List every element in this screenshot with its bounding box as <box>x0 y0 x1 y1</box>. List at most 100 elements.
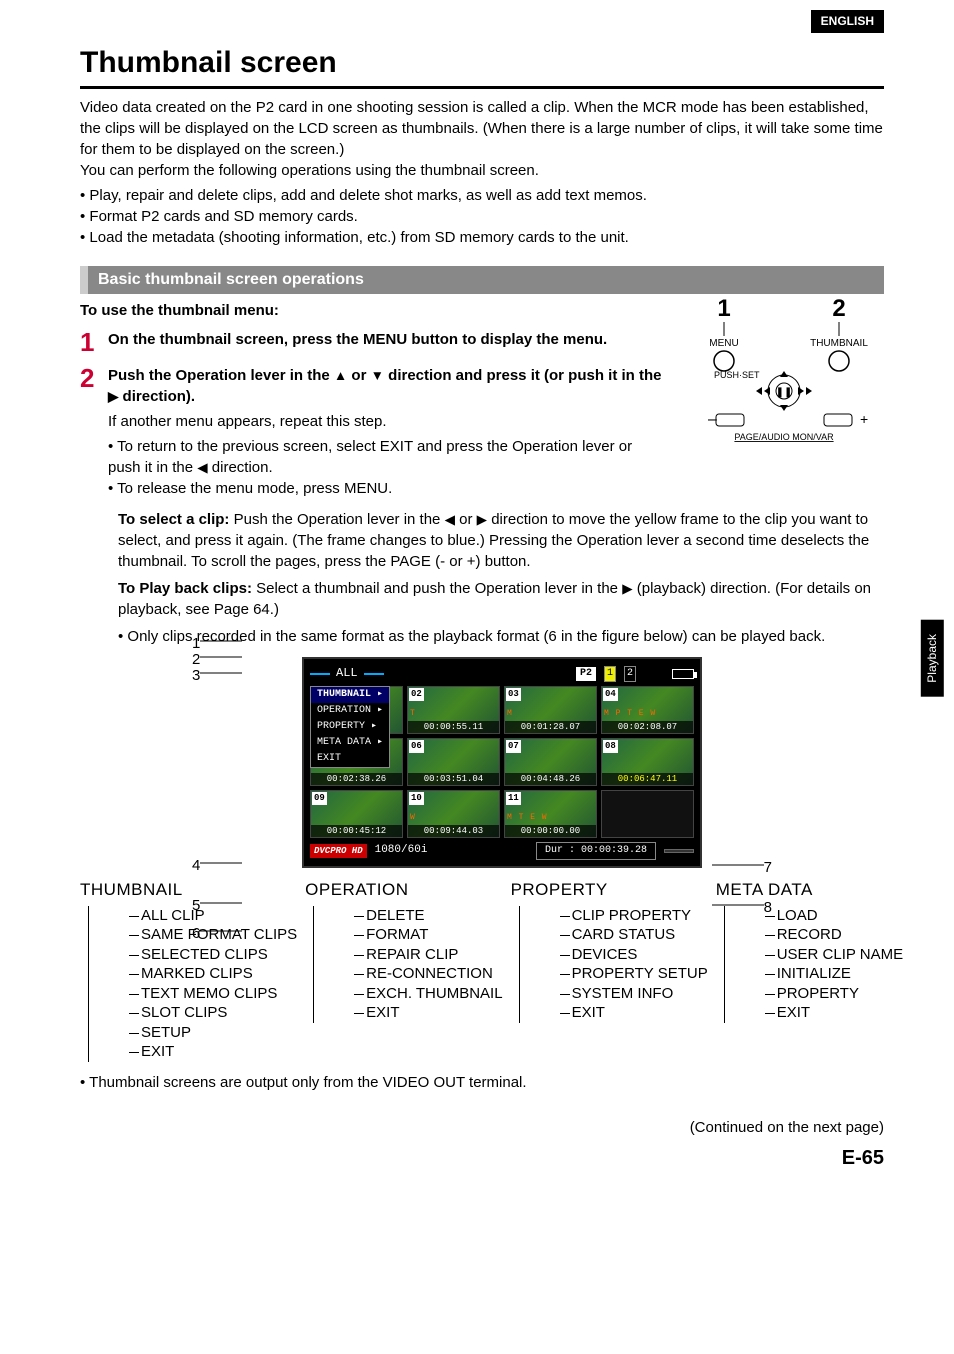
tree-column-title: META DATA <box>716 878 903 902</box>
lcd-all-label: ALL <box>336 665 358 682</box>
thumbnail-label: THUMBNAIL <box>810 338 868 349</box>
tree-item: SELECTED CLIPS <box>129 945 297 965</box>
thumbnail-clip: 0700:04:48.26 <box>504 738 597 786</box>
minus-button-icon <box>716 414 744 426</box>
thumbnail-clip: 04M P T E W00:02:08.07 <box>601 686 694 734</box>
intro-paragraph: Video data created on the P2 card in one… <box>80 97 884 160</box>
section-heading: Basic thumbnail screen operations <box>80 266 884 294</box>
tree-item: INITIALIZE <box>765 964 903 984</box>
playback-sub-bullet: Only clips recorded in the same format a… <box>118 626 884 647</box>
tree-item: PROPERTY <box>765 984 903 1004</box>
tree-item: CARD STATUS <box>560 925 708 945</box>
select-clip-paragraph: To select a clip: Push the Operation lev… <box>80 509 884 572</box>
menu-label: MENU <box>709 338 738 349</box>
diagram-callout-2: 2 <box>832 296 845 322</box>
tree-item: DELETE <box>354 906 502 926</box>
scroll-indicator <box>664 849 694 853</box>
svg-text:❚❚: ❚❚ <box>776 387 793 398</box>
diagram-callout-1: 1 <box>717 296 730 322</box>
thumbnail-button-icon <box>829 351 849 371</box>
page-title: Thumbnail screen <box>80 42 884 89</box>
language-badge: ENGLISH <box>811 10 884 33</box>
tree-column: THUMBNAIL ALL CLIPSAME FORMAT CLIPSSELECT… <box>80 878 297 1062</box>
plus-button-icon <box>824 414 852 426</box>
thumbnail-clip: 0900:00:45:12 <box>310 790 403 838</box>
lcd-figure: 1 2 3 4 5 6 7 8 ALL P2 1 2 <box>242 657 722 868</box>
tree-item: ALL CLIP <box>129 906 297 926</box>
tree-item: USER CLIP NAME <box>765 945 903 965</box>
battery-icon <box>672 669 694 679</box>
tree-item: LOAD <box>765 906 903 926</box>
lcd-menu-item: PROPERTY ▸ <box>311 719 389 735</box>
right-arrow-icon: ▶ <box>108 389 118 404</box>
tree-item: CLIP PROPERTY <box>560 906 708 926</box>
down-arrow-icon: ▼ <box>371 368 384 383</box>
tree-item: SETUP <box>129 1023 297 1043</box>
tree-item: SLOT CLIPS <box>129 1003 297 1023</box>
push-set-label: PUSH·SET <box>714 370 760 380</box>
step-2-subtext: If another menu appears, repeat this ste… <box>108 411 664 432</box>
intro-bullet: Load the metadata (shooting information,… <box>80 227 884 248</box>
tree-column: OPERATION DELETEFORMATREPAIR CLIPRE-CONNE… <box>305 878 502 1062</box>
menu-tree: THUMBNAIL ALL CLIPSAME FORMAT CLIPSSELECT… <box>80 878 884 1062</box>
step-number-1: 1 <box>80 329 108 355</box>
format-label: 1080/60i <box>375 843 428 858</box>
tree-column: META DATALOADRECORDUSER CLIP NAMEINITIAL… <box>716 878 903 1062</box>
plus-label: + <box>860 411 868 427</box>
lcd-menu-item: OPERATION ▸ <box>311 703 389 719</box>
thumbnail-grid: THUMBNAIL ▸ OPERATION ▸ PROPERTY ▸ META … <box>310 686 694 838</box>
thumbnail-clip: 10W00:09:44.03 <box>407 790 500 838</box>
thumbnail-clip <box>601 790 694 838</box>
intro-bullet-list: Play, repair and delete clips, add and d… <box>80 185 884 248</box>
dvcpro-badge: DVCPRO HD <box>310 844 367 859</box>
callout-4: 4 <box>192 855 200 876</box>
lcd-menu-item: META DATA ▸ <box>311 735 389 751</box>
tree-column-title: PROPERTY <box>511 878 708 902</box>
tree-item: SYSTEM INFO <box>560 984 708 1004</box>
footer-bullet: Thumbnail screens are output only from t… <box>80 1072 884 1093</box>
continued-label: (Continued on the next page) <box>80 1117 884 1138</box>
control-diagram: 1 2 MENU THUMBNAIL PUSH·SET ❚❚ – + PAGE/… <box>684 296 884 446</box>
right-arrow-icon: ▶ <box>477 512 487 527</box>
lcd-slot-1: 1 <box>604 666 616 682</box>
step-number-2: 2 <box>80 365 108 391</box>
tree-column: PROPERTYCLIP PROPERTYCARD STATUSDEVICESP… <box>511 878 708 1062</box>
lcd-p2-badge: P2 <box>576 667 596 681</box>
callout-3: 3 <box>192 665 200 686</box>
lcd-menu-item: EXIT <box>311 751 389 767</box>
up-arrow-icon <box>780 371 788 377</box>
tree-column-title: THUMBNAIL <box>80 878 297 902</box>
tree-item: EXIT <box>765 1003 903 1023</box>
left-arrow-icon: ◀ <box>445 512 455 527</box>
tree-item: EXIT <box>354 1003 502 1023</box>
thumbnail-clip: 03M00:01:28.07 <box>504 686 597 734</box>
lcd-menu-item: THUMBNAIL ▸ <box>311 687 389 703</box>
up-arrow-icon: ▲ <box>334 368 347 383</box>
tree-item: EXCH. THUMBNAIL <box>354 984 502 1004</box>
tree-item: SAME FORMAT CLIPS <box>129 925 297 945</box>
right-arrow-icon: ▶ <box>622 581 632 596</box>
tree-item: EXIT <box>560 1003 708 1023</box>
intro-bullet: Play, repair and delete clips, add and d… <box>80 185 884 206</box>
right-arrow-icon <box>798 387 804 395</box>
lcd-slot-2: 2 <box>624 666 636 682</box>
down-arrow-icon <box>780 405 788 411</box>
tree-item: DEVICES <box>560 945 708 965</box>
tree-column-title: OPERATION <box>305 878 502 902</box>
tree-item: RE-CONNECTION <box>354 964 502 984</box>
thumbnail-clip: 02T00:00:55.11 <box>407 686 500 734</box>
tree-item: EXIT <box>129 1042 297 1062</box>
duration-label: Dur : 00:00:39.28 <box>536 842 656 860</box>
playback-clip-paragraph: To Play back clips: Select a thumbnail a… <box>80 578 884 620</box>
page-number: E-65 <box>80 1144 884 1172</box>
tree-item: MARKED CLIPS <box>129 964 297 984</box>
thumbnail-clip: 11M T E W00:00:00.00 <box>504 790 597 838</box>
tree-item: FORMAT <box>354 925 502 945</box>
step-2-bullet-a: To return to the previous screen, select… <box>108 436 664 478</box>
thumbnail-clip: 0600:03:51.04 <box>407 738 500 786</box>
tree-item: REPAIR CLIP <box>354 945 502 965</box>
callout-7: 7 <box>764 857 772 878</box>
intro-line-2: You can perform the following operations… <box>80 160 884 181</box>
step-1-title: On the thumbnail screen, press the MENU … <box>108 329 664 350</box>
intro-bullet: Format P2 cards and SD memory cards. <box>80 206 884 227</box>
